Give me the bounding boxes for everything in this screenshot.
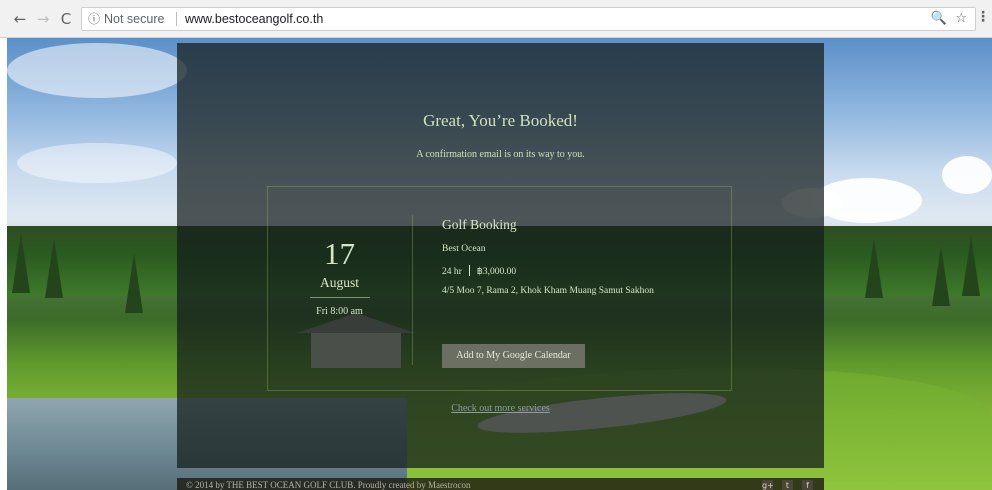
confirmation-panel: Great, You’re Booked! A confirmation ema… bbox=[177, 43, 824, 468]
booking-time: Fri 8:00 am bbox=[316, 306, 363, 317]
page-edge bbox=[0, 38, 7, 490]
facebook-icon[interactable]: f bbox=[802, 480, 813, 490]
booking-date: 17 August Fri 8:00 am bbox=[268, 237, 411, 317]
summary-divider bbox=[412, 215, 413, 365]
browser-toolbar: ← → C ⓘ Not secure www.bestoceangolf.co.… bbox=[0, 0, 992, 38]
page-viewport: Great, You’re Booked! A confirmation ema… bbox=[0, 38, 992, 490]
service-address: 4/5 Moo 7, Rama 2, Khok Kham Muang Samut… bbox=[442, 286, 654, 296]
security-label[interactable]: Not secure bbox=[104, 8, 164, 30]
tree bbox=[12, 233, 30, 293]
tree bbox=[125, 253, 143, 313]
cloud bbox=[942, 156, 992, 194]
site-footer: © 2014 by THE BEST OCEAN GOLF CLUB. Prou… bbox=[177, 478, 824, 490]
zoom-icon[interactable]: 🔍 bbox=[931, 8, 947, 30]
google-plus-icon[interactable]: g+ bbox=[762, 480, 774, 490]
booking-details: Golf Booking Best Ocean 24 hr ฿3,000.00 4… bbox=[442, 217, 732, 368]
booking-month: August bbox=[319, 275, 359, 290]
confirmation-subline: A confirmation email is on its way to yo… bbox=[416, 149, 585, 160]
tree bbox=[962, 236, 980, 296]
address-bar[interactable]: ⓘ Not secure www.bestoceangolf.co.th 🔍 ☆ bbox=[81, 7, 976, 31]
service-price: ฿3,000.00 bbox=[476, 267, 517, 277]
tree bbox=[865, 238, 883, 298]
info-icon[interactable]: ⓘ bbox=[88, 8, 100, 30]
cloud bbox=[7, 43, 187, 98]
tree bbox=[932, 246, 950, 306]
date-divider bbox=[309, 297, 370, 298]
bookmark-star-icon[interactable]: ☆ bbox=[955, 8, 967, 30]
service-duration: 24 hr bbox=[442, 267, 462, 277]
service-title: Golf Booking bbox=[442, 217, 517, 232]
forward-icon[interactable]: → bbox=[34, 10, 52, 28]
reload-icon[interactable]: C bbox=[57, 10, 75, 28]
confirmation-headline: Great, You’re Booked! bbox=[423, 111, 578, 130]
booking-day: 17 bbox=[324, 236, 355, 271]
meta-separator bbox=[468, 265, 470, 276]
add-to-google-calendar-button[interactable]: Add to My Google Calendar bbox=[442, 344, 585, 368]
cloud bbox=[17, 143, 177, 183]
tree bbox=[45, 238, 63, 298]
service-meta: 24 hr ฿3,000.00 bbox=[442, 265, 732, 277]
service-provider: Best Ocean bbox=[442, 244, 486, 254]
back-icon[interactable]: ← bbox=[11, 10, 29, 28]
browser-menu-icon[interactable]: ⋮ bbox=[976, 9, 990, 25]
more-services-link[interactable]: Check out more services bbox=[177, 403, 824, 414]
booking-summary: 17 August Fri 8:00 am Golf Booking Best … bbox=[267, 186, 732, 391]
address-separator bbox=[176, 12, 177, 26]
twitter-icon[interactable]: t bbox=[782, 480, 793, 490]
footer-copyright: © 2014 by THE BEST OCEAN GOLF CLUB. Prou… bbox=[186, 480, 471, 490]
url-text[interactable]: www.bestoceangolf.co.th bbox=[185, 8, 323, 30]
